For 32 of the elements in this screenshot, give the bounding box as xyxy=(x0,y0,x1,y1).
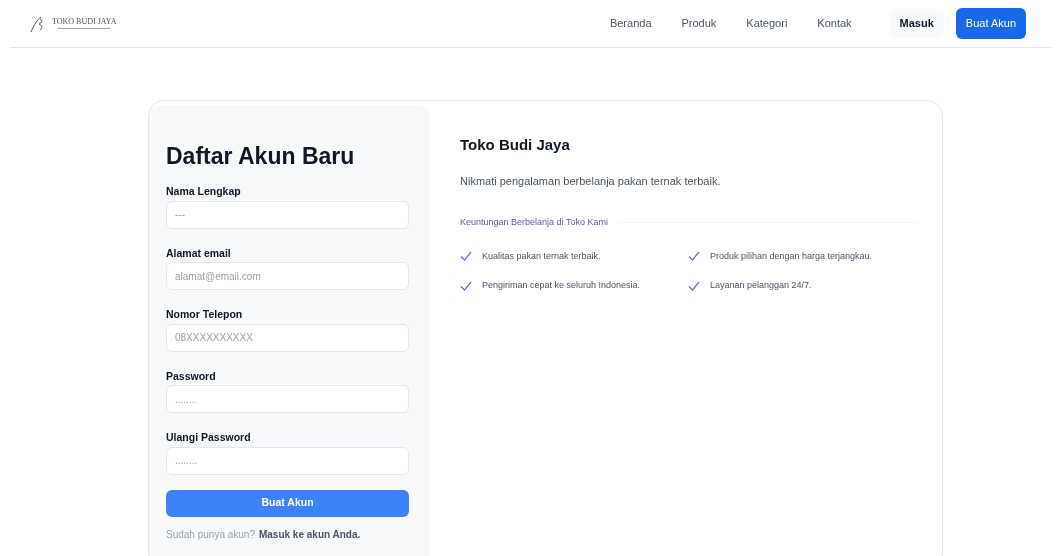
nav-link[interactable]: Produk xyxy=(681,15,717,32)
check-icon xyxy=(688,250,700,263)
login-button[interactable]: Masuk xyxy=(889,9,944,38)
register-button[interactable]: Buat Akun xyxy=(955,8,1026,39)
nav-link[interactable]: Kontak xyxy=(817,15,852,32)
check-icon xyxy=(688,279,700,292)
benefit-text: Produk pilihan dengan harga terjangkau. xyxy=(710,249,873,263)
login-link[interactable]: Masuk ke akun Anda. xyxy=(258,529,361,540)
check-icon xyxy=(460,250,472,263)
nav-link[interactable]: Kategori xyxy=(746,15,788,32)
check-icon xyxy=(460,279,472,292)
field-label: Ulangi Password xyxy=(166,432,252,443)
submit-button[interactable]: Buat Akun xyxy=(166,489,409,517)
input-field[interactable]: ........ xyxy=(166,446,409,475)
input-field[interactable]: ........ xyxy=(166,385,409,413)
field-label: Nama Lengkap xyxy=(166,186,242,197)
footer-text: Sudah punya akun? xyxy=(166,529,255,540)
benefit-text: Layanan pelanggan 24/7. xyxy=(710,279,812,292)
input-field[interactable]: --- xyxy=(166,200,409,229)
brand-name: TOKO BUDI JAYA xyxy=(52,18,117,26)
store-title: Toko Budi Jaya xyxy=(460,135,571,155)
field-label: Alamat email xyxy=(166,247,232,258)
field-label: Nomor Telepon xyxy=(166,309,244,320)
section-heading: Keuntungan Berbelanja di Toko Kami xyxy=(460,216,608,229)
benefit-text: Pengiriman cepat ke seluruh Indonesia. xyxy=(482,279,641,292)
store-subtitle: Nikmati pengalaman berbelanja pakan ternak terbaik. xyxy=(460,173,722,189)
field-label: Password xyxy=(166,370,217,381)
benefit-text: Kualitas pakan ternak terbaik. xyxy=(482,249,601,263)
nav-link[interactable]: Beranda xyxy=(609,15,652,32)
input-field[interactable]: alamat@email.com xyxy=(166,262,409,290)
form-title: Daftar Akun Baru xyxy=(166,145,356,168)
input-field[interactable]: 08XXXXXXXXXX xyxy=(166,323,409,352)
